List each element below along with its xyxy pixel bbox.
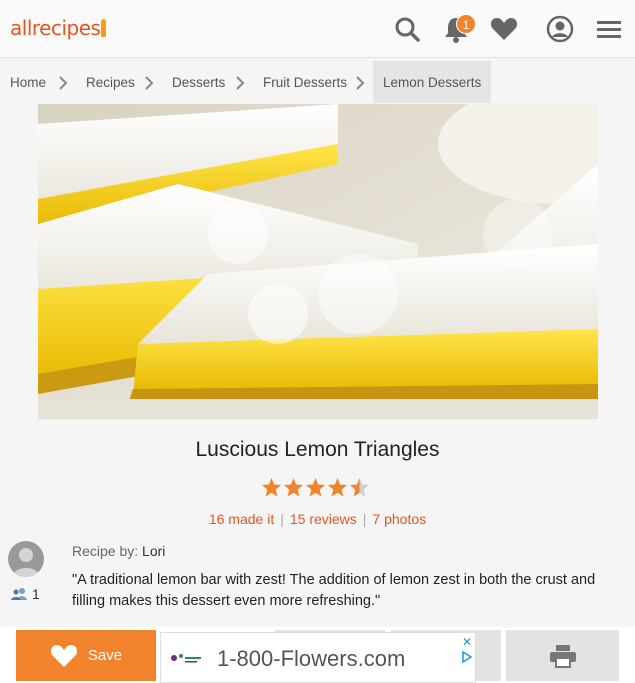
chevron-right-icon — [356, 76, 365, 90]
followers-count[interactable]: 1 — [11, 586, 40, 602]
heart-icon — [50, 645, 77, 667]
breadcrumb: Home Recipes Desserts Fruit Desserts Lem… — [0, 61, 497, 103]
chevron-right-icon — [145, 76, 154, 90]
search-icon[interactable] — [392, 14, 422, 44]
spoon-icon — [101, 19, 107, 37]
menu-icon[interactable] — [594, 14, 624, 44]
made-it-link[interactable]: 16 made it — [209, 511, 274, 527]
advertisement-banner[interactable]: 1-800-Flowers.com ✕ — [160, 632, 476, 683]
flowers-logo — [171, 654, 201, 663]
followers-number: 1 — [32, 586, 40, 602]
star-icon — [262, 478, 281, 497]
star-icon — [350, 478, 369, 497]
save-label: Save — [87, 647, 123, 664]
byline-label: Recipe by: — [72, 543, 139, 559]
adchoices-icon[interactable] — [462, 651, 472, 663]
site-header: allrecipes 1 — [0, 0, 635, 58]
recipe-byline: Recipe by: Lori — [72, 543, 165, 559]
print-button[interactable] — [506, 630, 619, 681]
separator: | — [362, 511, 367, 527]
star-icon — [284, 478, 303, 497]
recipe-title: Luscious Lemon Triangles — [195, 438, 440, 461]
breadcrumb-home[interactable]: Home — [10, 61, 46, 103]
chevron-right-icon — [59, 76, 68, 90]
photos-link[interactable]: 7 photos — [372, 511, 426, 527]
star-rating[interactable] — [261, 477, 370, 499]
allrecipes-logo[interactable]: allrecipes — [10, 16, 107, 40]
breadcrumb-lemon-desserts[interactable]: Lemon Desserts — [373, 61, 492, 103]
star-icon — [328, 478, 347, 497]
breadcrumb-recipes[interactable]: Recipes — [86, 61, 135, 103]
profile-icon[interactable] — [545, 14, 575, 44]
lemon-bars-image — [38, 104, 598, 419]
ad-text[interactable]: 1-800-Flowers.com — [217, 646, 405, 672]
heart-icon[interactable] — [489, 14, 519, 44]
followers-icon — [11, 588, 27, 600]
recipe-stats: 16 made it | 15 reviews | 7 photos — [0, 511, 635, 527]
author-name[interactable]: Lori — [142, 543, 165, 559]
breadcrumb-fruit-desserts[interactable]: Fruit Desserts — [263, 61, 347, 103]
star-icon — [306, 478, 325, 497]
notification-badge: 1 — [456, 14, 476, 34]
ad-close-icon[interactable]: ✕ — [462, 635, 472, 649]
separator: | — [280, 511, 284, 527]
recipe-description: "A traditional lemon bar with zest! The … — [72, 572, 596, 609]
recipe-photo[interactable] — [38, 104, 598, 419]
save-button[interactable]: Save — [16, 630, 156, 681]
chevron-right-icon — [236, 76, 245, 90]
reviews-link[interactable]: 15 reviews — [290, 511, 357, 527]
breadcrumb-desserts[interactable]: Desserts — [172, 61, 225, 103]
author-avatar[interactable] — [8, 541, 44, 577]
printer-icon — [549, 644, 576, 668]
